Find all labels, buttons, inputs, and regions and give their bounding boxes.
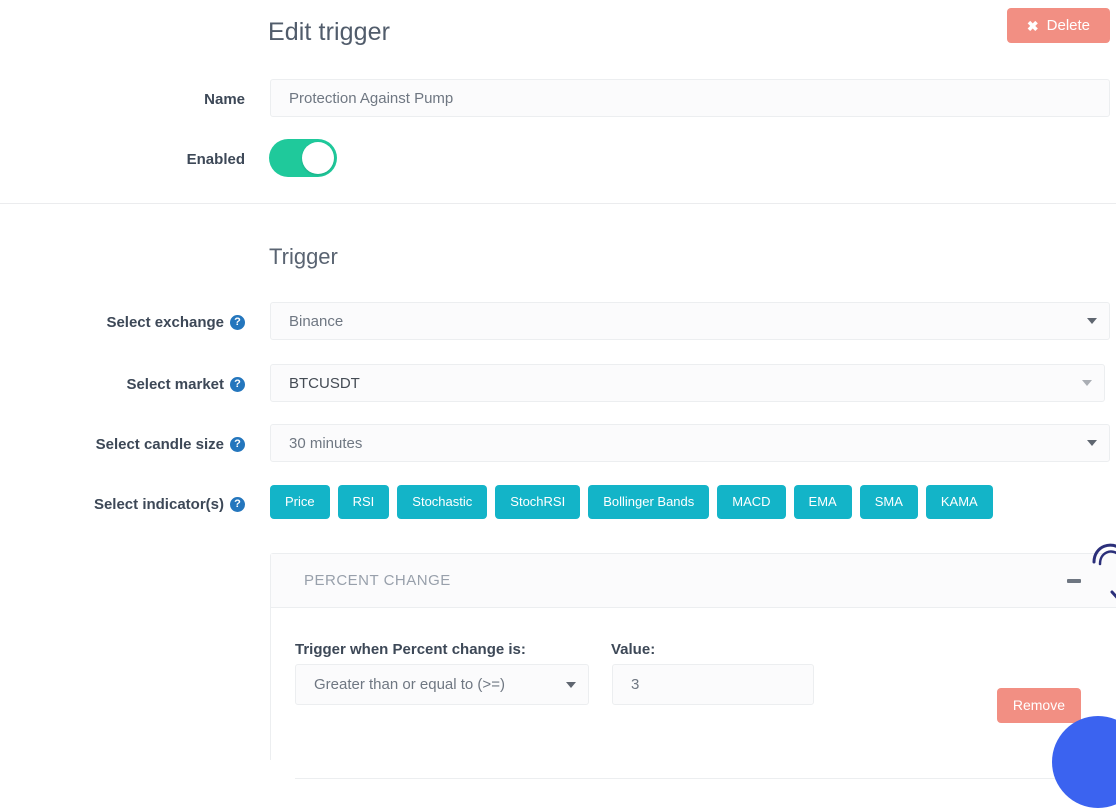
question-mark-icon[interactable]: ? [230,376,245,392]
select-exchange-label: Select exchange ? [60,311,245,333]
indicator-button-macd[interactable]: MACD [717,485,786,519]
indicator-button-ema[interactable]: EMA [793,485,852,519]
select-candle-size-label: Select candle size ? [60,433,245,455]
enabled-toggle[interactable] [269,139,337,177]
chevron-down-icon [1082,380,1092,386]
enabled-label: Enabled [186,150,245,168]
indicator-button-rsi[interactable]: RSI [337,485,390,519]
minus-icon[interactable] [1067,578,1081,583]
percent-change-panel-title: PERCENT CHANGE [304,572,451,589]
panel-inner-divider [295,778,1093,779]
question-mark-icon[interactable]: ? [230,496,245,512]
delete-button-label: Delete [1046,17,1090,34]
select-exchange-dropdown[interactable]: Binance [270,302,1110,340]
value-label: Value: [611,641,656,658]
chevron-down-icon [1087,318,1097,324]
section-divider [0,203,1116,204]
question-mark-icon[interactable]: ? [230,314,245,330]
question-mark-icon[interactable]: ? [230,436,245,452]
edit-trigger-page: Edit trigger ✖ Delete Name Enabled Trigg… [0,0,1116,808]
select-market-dropdown[interactable]: BTCUSDT [270,364,1105,402]
percent-change-panel-body: Trigger when Percent change is: Greater … [271,608,1116,779]
condition-dropdown[interactable]: Greater than or equal to (>=) [295,664,589,705]
toggle-knob [302,142,334,174]
trigger-section-title: Trigger [269,244,338,269]
name-input[interactable] [270,79,1110,117]
chevron-down-icon [566,681,576,688]
chevron-down-icon [1087,440,1097,446]
indicator-button-stochastic[interactable]: Stochastic [397,485,488,519]
select-indicators-label: Select indicator(s) ? [60,493,245,515]
page-title: Edit trigger [268,18,391,46]
condition-value: Greater than or equal to (>=) [314,676,505,693]
remove-condition-button[interactable]: Remove [996,688,1081,723]
delete-button[interactable]: ✖ Delete [1006,8,1110,43]
indicator-button-price[interactable]: Price [270,485,330,519]
select-candle-size-dropdown[interactable]: 30 minutes [270,424,1110,462]
condition-label: Trigger when Percent change is: [295,641,526,658]
name-label: Name [204,90,245,108]
indicator-button-kama[interactable]: KAMA [925,485,993,519]
percent-change-panel-header[interactable]: PERCENT CHANGE [271,554,1116,608]
indicator-button-stochrsi[interactable]: StochRSI [495,485,581,519]
select-market-value: BTCUSDT [289,374,360,392]
indicator-button-bollinger-bands[interactable]: Bollinger Bands [588,485,710,519]
select-market-label: Select market ? [60,373,245,395]
percent-change-panel: PERCENT CHANGE Trigger when Percent chan… [270,553,1116,779]
indicator-button-sma[interactable]: SMA [859,485,918,519]
select-exchange-value: Binance [289,312,344,330]
select-candle-size-value: 30 minutes [289,434,363,452]
indicator-button-group: Price RSI Stochastic StochRSI Bollinger … [270,485,993,519]
percent-change-value-input[interactable] [612,664,814,705]
close-x-icon: ✖ [1026,17,1039,34]
